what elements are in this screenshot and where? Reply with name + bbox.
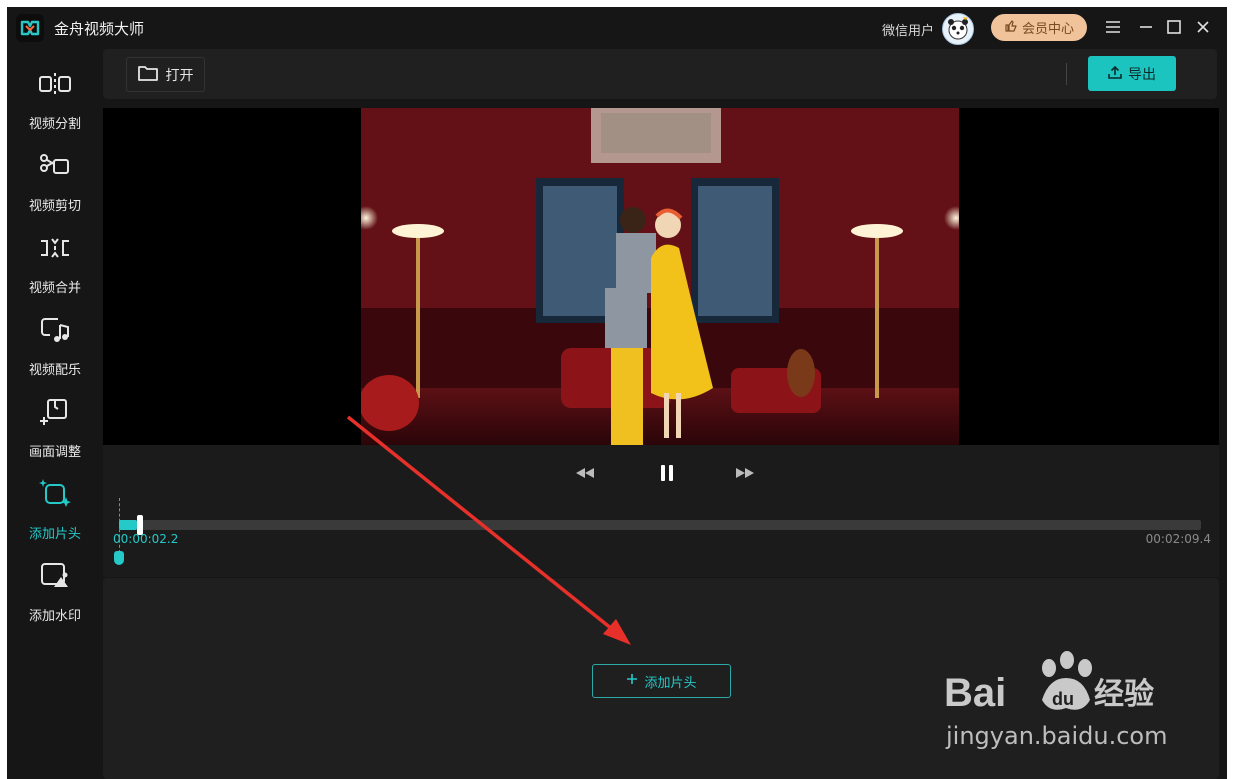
playhead-marker[interactable] xyxy=(114,551,124,565)
rewind-icon[interactable] xyxy=(573,461,597,485)
toolbar-divider xyxy=(1066,63,1067,85)
player-controls: 00:00:02.2 00:02:09.4 xyxy=(103,445,1219,577)
upload-icon xyxy=(1108,65,1122,83)
open-label: 打开 xyxy=(165,67,194,84)
sidebar-item-label: 视频剪切 xyxy=(28,199,81,214)
sparkle-frame-icon xyxy=(38,479,72,509)
sidebar-item-music[interactable]: 视频配乐 xyxy=(7,305,103,378)
svg-text:Bai: Bai xyxy=(944,671,1006,715)
sidebar-item-label: 添加片头 xyxy=(28,527,81,542)
plus-icon xyxy=(626,673,638,689)
sidebar-item-adjust[interactable]: 画面调整 xyxy=(7,387,103,460)
sidebar-item-merge[interactable]: 视频合并 xyxy=(7,223,103,296)
sidebar-item-cut[interactable]: 视频剪切 xyxy=(7,141,103,214)
avatar[interactable] xyxy=(942,13,974,45)
minimize-icon[interactable] xyxy=(1134,15,1158,39)
vip-center-label: 会员中心 xyxy=(1021,22,1074,37)
total-time: 00:02:09.4 xyxy=(1145,532,1211,546)
watermark-domain: jingyan.baidu.com xyxy=(946,722,1168,750)
add-intro-label: 添加片头 xyxy=(644,675,697,691)
timeline-progress xyxy=(119,520,137,530)
scissors-icon xyxy=(38,151,72,181)
baidu-watermark: Bai du 经验 jingyan.baidu.com xyxy=(944,648,1176,752)
title-bar: 金舟视频大师 微信用户 会员中心 xyxy=(7,7,1227,49)
maximize-icon[interactable] xyxy=(1162,15,1186,39)
pause-icon[interactable] xyxy=(655,461,679,485)
crop-icon xyxy=(38,397,72,427)
svg-text:经验: 经验 xyxy=(1094,677,1154,712)
hamburger-icon[interactable] xyxy=(1101,15,1125,39)
export-label: 导出 xyxy=(1128,66,1156,83)
svg-text:du: du xyxy=(1052,689,1074,709)
split-icon xyxy=(38,69,72,99)
video-preview[interactable] xyxy=(103,108,1219,445)
add-intro-button[interactable]: 添加片头 xyxy=(592,664,731,698)
image-watermark-icon xyxy=(38,561,72,591)
vip-center-button[interactable]: 会员中心 xyxy=(991,14,1087,41)
merge-icon xyxy=(38,233,72,263)
export-button[interactable]: 导出 xyxy=(1088,56,1176,91)
video-frame xyxy=(361,108,959,445)
close-icon[interactable] xyxy=(1191,15,1215,39)
toolbar: 打开 导出 xyxy=(103,49,1217,99)
sidebar-item-split[interactable]: 视频分割 xyxy=(7,59,103,132)
sidebar: 视频分割 视频剪切 视频合并 视频配乐 画面调整 添加片头 添加水印 xyxy=(7,49,103,779)
sidebar-item-label: 视频合并 xyxy=(28,281,81,296)
sidebar-item-label: 视频分割 xyxy=(28,117,81,132)
sidebar-item-watermark[interactable]: 添加水印 xyxy=(7,551,103,624)
sidebar-item-label: 视频配乐 xyxy=(28,363,81,378)
current-time: 00:00:02.2 xyxy=(113,532,179,546)
folder-icon xyxy=(137,65,158,85)
timeline-track[interactable] xyxy=(119,515,1201,535)
sidebar-item-add-intro[interactable]: 添加片头 xyxy=(7,469,103,542)
sidebar-item-label: 添加水印 xyxy=(28,609,81,624)
app-logo xyxy=(16,14,44,42)
user-name[interactable]: 微信用户 xyxy=(882,20,934,39)
fast-forward-icon[interactable] xyxy=(733,461,757,485)
music-icon xyxy=(38,315,72,345)
app-title: 金舟视频大师 xyxy=(54,20,145,38)
thumbs-up-icon xyxy=(1004,19,1018,37)
open-button[interactable]: 打开 xyxy=(126,57,205,92)
sidebar-item-label: 画面调整 xyxy=(28,445,81,460)
